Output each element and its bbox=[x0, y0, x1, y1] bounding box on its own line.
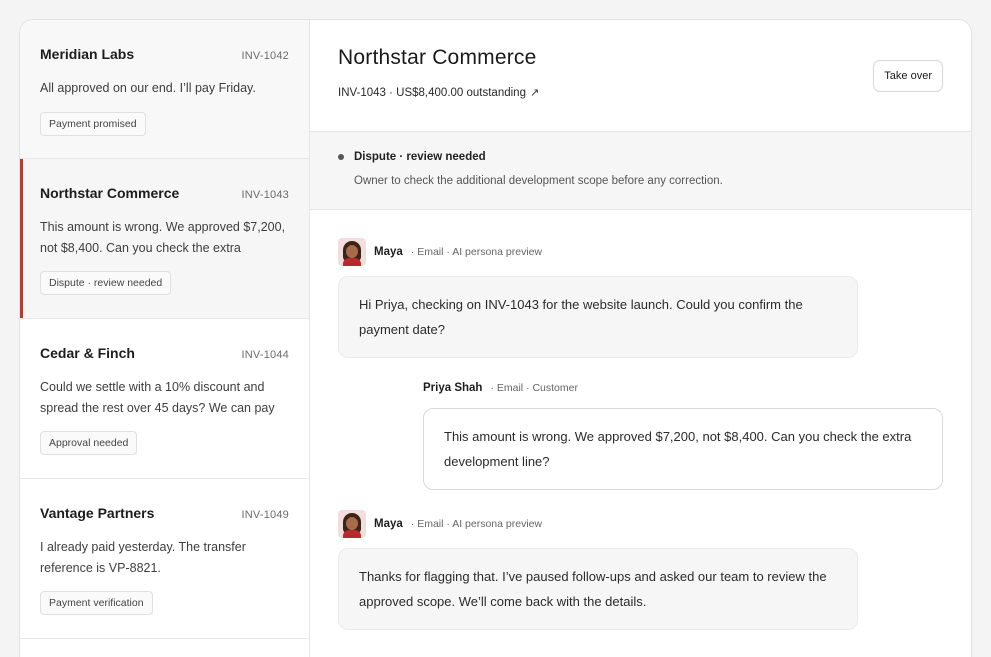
page-title: Northstar Commerce bbox=[338, 46, 537, 69]
conversation-invoice: INV-1049 bbox=[241, 509, 289, 521]
message-bubble: Hi Priya, checking on INV-1043 for the w… bbox=[338, 276, 858, 358]
conversation-name: Vantage Partners bbox=[40, 505, 155, 521]
conversation-name: Cedar & Finch bbox=[40, 345, 135, 361]
conversation-item[interactable]: Vantage Partners INV-1049 I already paid… bbox=[20, 479, 309, 639]
conversation-snippet: Could we settle with a 10% discount and … bbox=[40, 380, 275, 415]
external-link-icon[interactable]: ↗ bbox=[530, 86, 539, 99]
app-window: Meridian Labs INV-1042 All approved on o… bbox=[19, 19, 972, 657]
message-thread: Maya · Email · AI persona preview Hi Pri… bbox=[310, 210, 971, 630]
avatar-icon bbox=[338, 238, 366, 266]
invoice-summary[interactable]: INV-1043 · US$8,400.00 outstanding ↗ bbox=[338, 86, 943, 100]
conversation-list: Meridian Labs INV-1042 All approved on o… bbox=[20, 20, 310, 657]
conversation-snippet: All approved on our end. I’ll pay Friday… bbox=[40, 81, 256, 95]
status-dot-icon bbox=[338, 154, 344, 160]
status-badge: Payment verification bbox=[40, 591, 153, 615]
take-over-button[interactable]: Take over bbox=[873, 60, 943, 92]
conversation-invoice: INV-1044 bbox=[241, 349, 289, 361]
avatar-icon bbox=[338, 510, 366, 538]
conversation-name: Northstar Commerce bbox=[40, 185, 180, 201]
status-banner: Dispute · review needed Owner to check t… bbox=[310, 132, 971, 210]
conversation-detail: Northstar Commerce INV-1043 · US$8,400.0… bbox=[310, 20, 971, 657]
conversation-name: Meridian Labs bbox=[40, 46, 135, 62]
message-bubble: This amount is wrong. We approved $7,200… bbox=[423, 408, 943, 490]
message-agent: Maya · Email · AI persona preview Thanks… bbox=[338, 510, 943, 630]
conversation-invoice: INV-1042 bbox=[241, 50, 289, 62]
detail-header: Northstar Commerce INV-1043 · US$8,400.0… bbox=[310, 20, 971, 132]
conversation-snippet: This amount is wrong. We approved $7,200… bbox=[40, 220, 286, 255]
conversation-item[interactable]: Cedar & Finch INV-1044 Could we settle w… bbox=[20, 319, 309, 479]
sender-name: Maya bbox=[374, 518, 403, 530]
status-badge: Payment promised bbox=[40, 112, 146, 136]
conversation-snippet: I already paid yesterday. The transfer r… bbox=[40, 540, 246, 575]
conversation-invoice: INV-1043 bbox=[241, 189, 289, 201]
sender-name: Priya Shah bbox=[423, 382, 483, 394]
message-meta: · Email · Customer bbox=[490, 382, 578, 394]
message-agent: Maya · Email · AI persona preview Hi Pri… bbox=[338, 238, 943, 358]
message-bubble: Thanks for flagging that. I’ve paused fo… bbox=[338, 548, 858, 630]
status-label: Dispute · review needed bbox=[354, 151, 486, 163]
message-meta: · Email · AI persona preview bbox=[410, 518, 543, 530]
status-badge: Approval needed bbox=[40, 431, 138, 455]
status-note: Owner to check the additional developmen… bbox=[354, 175, 723, 187]
invoice-summary-text: INV-1043 · US$8,400.00 outstanding bbox=[338, 86, 526, 99]
status-badge: Dispute · review needed bbox=[40, 271, 172, 295]
message-meta: · Email · AI persona preview bbox=[410, 246, 543, 258]
sender-name: Maya bbox=[374, 246, 403, 258]
conversation-item[interactable]: Meridian Labs INV-1042 All approved on o… bbox=[20, 20, 309, 159]
conversation-item-active[interactable]: Northstar Commerce INV-1043 This amount … bbox=[20, 159, 309, 319]
message-customer: Priya Shah · Email · Customer This amoun… bbox=[338, 378, 943, 490]
